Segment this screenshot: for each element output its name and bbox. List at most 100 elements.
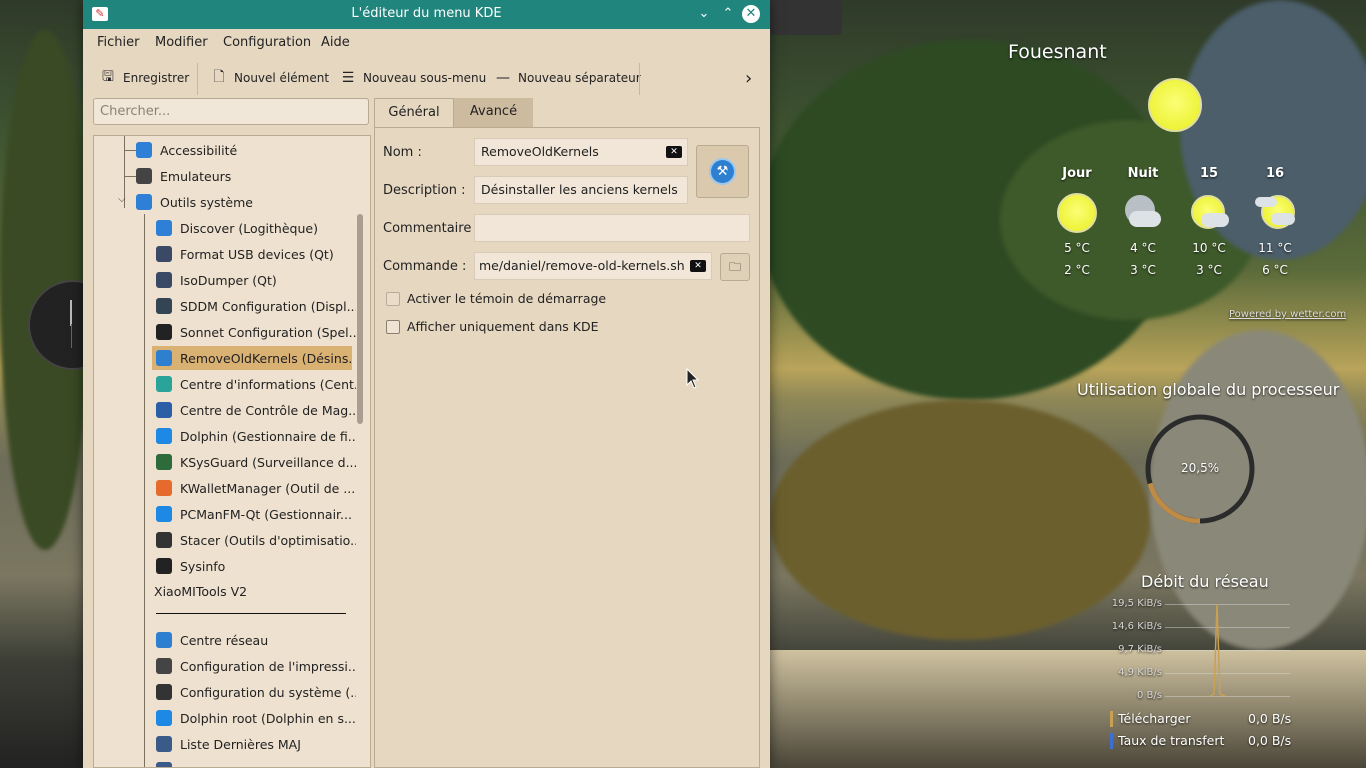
new-document-icon: 🗋 [213, 69, 225, 85]
info-center-icon [156, 376, 172, 392]
tree-item[interactable]: Sonnet Configuration (Spel... [152, 320, 356, 344]
icon-picker-button[interactable]: ⚒ [696, 145, 749, 198]
new-submenu-button[interactable]: ☰ Nouveau sous-menu [339, 67, 487, 89]
tree-item[interactable]: Dolphin (Gestionnaire de fi... [152, 424, 356, 448]
tree-item[interactable]: Outils système [132, 190, 336, 214]
settings-icon [156, 684, 172, 700]
monitor-icon [156, 298, 172, 314]
tree-item[interactable]: KSysGuard (Surveillance d... [152, 450, 356, 474]
chevron-right-icon: › [745, 67, 753, 89]
upload-legend-swatch [1110, 733, 1113, 749]
window-titlebar[interactable]: ✎ L'éditeur du menu KDE ⌄ ⌃ ✕ [83, 0, 770, 29]
comment-field[interactable] [474, 214, 750, 242]
toolbar-overflow-button[interactable]: › [745, 67, 752, 89]
tree-item[interactable]: XiaoMITools V2 [150, 579, 354, 603]
kde-only-label: Afficher uniquement dans KDE [407, 319, 599, 334]
tree-item[interactable]: RemoveOldKernels (Désins... [152, 346, 352, 370]
general-panel: Nom : RemoveOldKernels ✕ ⚒ Description :… [374, 127, 760, 768]
clear-name-icon[interactable]: ✕ [666, 146, 682, 158]
maximize-button[interactable]: ⌃ [719, 5, 737, 23]
tab-general[interactable]: Général [374, 98, 454, 128]
network-graph [1209, 603, 1226, 697]
printer-icon [156, 658, 172, 674]
weather-credit-link[interactable]: Powered by wetter.com [1229, 309, 1346, 320]
new-item-button[interactable]: 🗋 Nouvel élément [210, 67, 329, 89]
tree-item[interactable]: Centre de Contrôle de Mag... [152, 398, 356, 422]
tree-item[interactable]: Discover (Logithèque) [152, 216, 356, 240]
tree-item[interactable]: Configuration de l'impressi... [152, 654, 356, 678]
tree-item[interactable]: Configuration du système (... [152, 680, 356, 704]
forecast-high: 10 °C [1192, 241, 1226, 255]
tree-item[interactable]: Format USB devices (Qt) [152, 242, 356, 266]
sun-icon [1148, 78, 1202, 132]
tree-item-label: Configuration de l'impressi... [180, 658, 356, 674]
save-button[interactable]: 🖫 Enregistrer [99, 67, 189, 89]
menu-tree[interactable]: ⌵ Accessibilité Emulateurs Outils système D… [93, 135, 371, 768]
tree-item[interactable]: Dolphin root (Dolphin en s... [152, 706, 356, 730]
network-tick-label: 0 B/s [1137, 690, 1162, 701]
tree-item[interactable]: Emulateurs [132, 164, 336, 188]
tree-item-label: Configuration du système (... [180, 684, 356, 700]
tree-item[interactable]: Centre d'informations (Cent... [152, 372, 356, 396]
spellcheck-icon [156, 324, 172, 340]
accessibility-icon [136, 142, 152, 158]
folder-icon: 🗀 [728, 260, 741, 274]
tree-scrollbar[interactable] [357, 148, 363, 528]
menu-fichier[interactable]: Fichier [97, 35, 140, 50]
tree-item[interactable]: SDDM Configuration (Displ... [152, 294, 356, 318]
tree-item-label: KWalletManager (Outil de ... [180, 480, 356, 496]
settings-icon [156, 532, 172, 548]
folder-icon [156, 506, 172, 522]
download-legend-label: Télécharger [1118, 711, 1191, 726]
forecast-day-label: 15 [1199, 166, 1219, 181]
tree-item-label: Sonnet Configuration (Spel... [180, 324, 356, 340]
chevron-down-icon[interactable]: ⌵ [118, 194, 126, 205]
startup-feedback-checkbox[interactable] [386, 292, 400, 306]
description-label: Description : [383, 183, 466, 198]
tree-item[interactable]: Stacer (Outils d'optimisatio... [152, 528, 356, 552]
minimize-button[interactable]: ⌄ [695, 5, 713, 23]
upload-value: 0,0 B/s [1248, 733, 1292, 748]
discover-icon [156, 220, 172, 236]
tree-item-label: Discover (Logithèque) [180, 220, 318, 236]
menu-modifier[interactable]: Modifier [155, 35, 208, 50]
new-separator-button[interactable]: — Nouveau séparateur [494, 67, 641, 89]
folder-icon [156, 428, 172, 444]
kmenuedit-window: ✎ L'éditeur du menu KDE ⌄ ⌃ ✕ Fichier Mo… [83, 0, 770, 768]
clear-command-icon[interactable]: ✕ [690, 260, 706, 272]
tree-scrollbar-thumb[interactable] [357, 214, 363, 424]
tree-item[interactable]: Accessibilité [132, 138, 336, 162]
toolbar-separator [197, 63, 198, 95]
browse-folder-button[interactable]: 🗀 [720, 253, 750, 281]
tree-item-label: Liste Dernières MAJ [180, 736, 301, 752]
tree-item[interactable]: Centre réseau [152, 628, 356, 652]
usb-icon [156, 246, 172, 262]
command-field[interactable]: me/daniel/remove-old-kernels.sh [474, 252, 712, 280]
tree-item[interactable]: KWalletManager (Outil de ... [152, 476, 356, 500]
tree-item-label: Accessibilité [160, 142, 238, 158]
forecast-day-label: Jour [1062, 166, 1092, 181]
tree-item[interactable]: Sysinfo [152, 554, 356, 578]
search-input[interactable] [93, 98, 369, 125]
name-label: Nom : [383, 145, 422, 160]
close-button[interactable]: ✕ [742, 5, 760, 23]
kde-only-checkbox[interactable] [386, 320, 400, 334]
system-tools-icon [136, 194, 152, 210]
tree-item-label: Dolphin root (Dolphin en s... [180, 710, 356, 726]
network-tick-label: 4,9 KiB/s [1118, 667, 1162, 678]
tree-separator-item[interactable] [156, 613, 346, 614]
tab-avance[interactable]: Avancé [454, 98, 533, 128]
name-field[interactable]: RemoveOldKernels [474, 138, 688, 166]
description-field[interactable]: Désinstaller les anciens kernels [474, 176, 688, 204]
tree-item[interactable]: IsoDumper (Qt) [152, 268, 356, 292]
tree-item[interactable]: PCManFM-Qt (Gestionnair... [152, 502, 356, 526]
tree-item[interactable]: Liste Dernières MAJ [152, 732, 356, 756]
forecast-low: 3 °C [1196, 263, 1222, 277]
tree-item[interactable] [152, 758, 356, 767]
tree-item-label: Outils système [160, 194, 253, 210]
menu-aide[interactable]: Aide [321, 35, 350, 50]
save-icon: 🖫 [102, 69, 114, 85]
clock-hand [70, 300, 72, 326]
tree-item-label: PCManFM-Qt (Gestionnair... [180, 506, 352, 522]
menu-configuration[interactable]: Configuration [223, 35, 311, 50]
